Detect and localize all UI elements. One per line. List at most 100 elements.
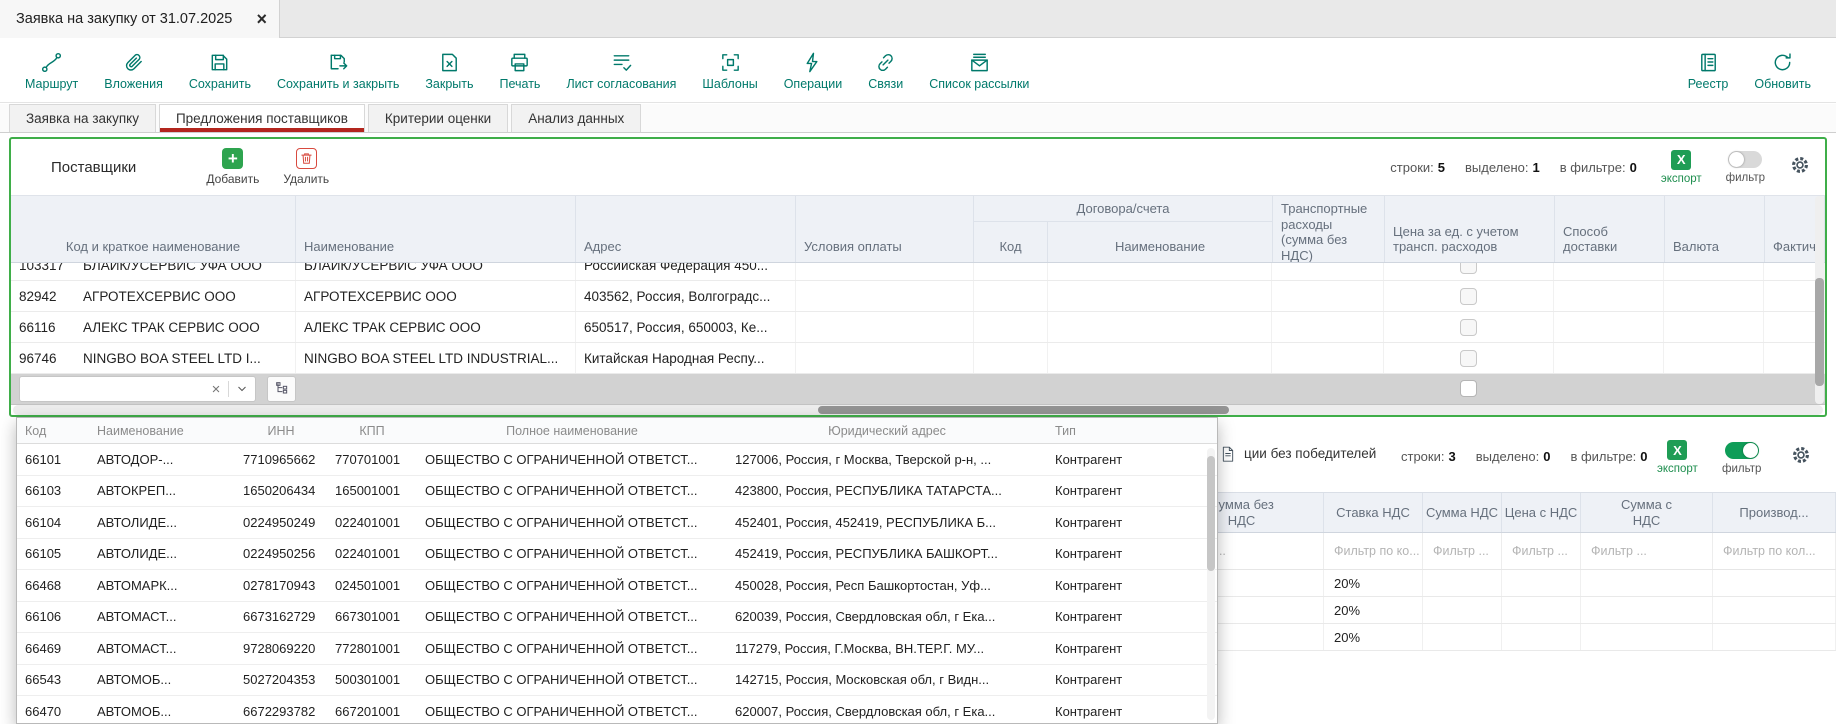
tab-purchase-request[interactable]: Заявка на закупку (9, 104, 156, 132)
tab-supplier-offers[interactable]: Предложения поставщиков (159, 104, 365, 132)
column-header-code-short-name[interactable]: Код и краткое наименование (11, 196, 296, 262)
filter-toggle[interactable]: фильтр (1726, 151, 1765, 184)
vertical-scrollbar[interactable] (1815, 196, 1824, 404)
offer-row[interactable]: 20% (1160, 597, 1836, 624)
column-header-transport-costs[interactable]: Транспортные расходы (сумма без НДС) (1273, 196, 1385, 262)
chevron-down-icon[interactable] (229, 383, 255, 395)
add-button[interactable]: + Добавить (194, 148, 271, 186)
tab-evaluation-criteria[interactable]: Критерии оценки (368, 104, 508, 132)
tab-data-analysis[interactable]: Анализ данных (511, 104, 641, 132)
cell-type: Контрагент (1047, 672, 1217, 687)
unit-price-checkbox[interactable] (1460, 288, 1477, 305)
offer-row[interactable]: 20% (1160, 570, 1836, 597)
refresh-button[interactable]: Обновить (1741, 39, 1824, 102)
column-header-contract-name[interactable]: Наименование (1048, 222, 1272, 262)
filter-input[interactable]: Фильтр ... (1502, 533, 1581, 569)
lookup-column-legal-address[interactable]: Юридический адрес (727, 424, 1047, 438)
cell-price-with-vat (1502, 570, 1581, 596)
document-tab[interactable]: Заявка на закупку от 31.07.2025 × (0, 0, 280, 38)
lookup-row[interactable]: 66105 АВТОЛИДЕ... 0224950256 022401001 О… (17, 539, 1217, 571)
column-header-payment-terms[interactable]: Условия оплаты (796, 196, 974, 262)
filter-input[interactable]: Фильтр ... (1581, 533, 1713, 569)
operations-button[interactable]: Операции (771, 39, 855, 102)
registry-button[interactable]: Реестр (1675, 39, 1742, 102)
supplier-row[interactable]: 82942АГРОТЕХСЕРВИС ООО АГРОТЕХСЕРВИС ООО… (11, 281, 1825, 312)
lookup-column-inn[interactable]: ИНН (235, 424, 327, 438)
unit-price-checkbox[interactable] (1460, 380, 1477, 397)
cell-full-name: ОБЩЕСТВО С ОГРАНИЧЕННОЙ ОТВЕТСТ... (417, 672, 727, 687)
column-header-vat-rate[interactable]: Ставка НДС (1324, 493, 1423, 532)
grid-settings-button[interactable] (1789, 154, 1811, 181)
lookup-column-kpp[interactable]: КПП (327, 424, 417, 438)
save-button[interactable]: Сохранить (176, 39, 264, 102)
links-button[interactable]: Связи (855, 39, 916, 102)
column-header-price-with-vat[interactable]: Цена с НДС (1502, 493, 1581, 532)
lookup-column-type[interactable]: Тип (1047, 424, 1217, 438)
export-button[interactable]: X экспорт (1657, 440, 1698, 475)
unit-price-checkbox[interactable] (1460, 350, 1477, 367)
unit-price-checkbox[interactable] (1460, 319, 1477, 336)
suppliers-panel-title: Поставщики (51, 159, 136, 176)
lookup-row[interactable]: 66106 АВТОМАСТ... 6673162729 667301001 О… (17, 602, 1217, 634)
approval-sheet-button[interactable]: Лист согласования (553, 39, 689, 102)
supplier-row[interactable]: 66116АЛЕКС ТРАК СЕРВИС ООО АЛЕКС ТРАК СЕ… (11, 312, 1825, 343)
unit-price-checkbox[interactable] (1460, 263, 1477, 274)
lookup-row[interactable]: 66468 АВТОМАРК... 0278170943 024501001 О… (17, 570, 1217, 602)
cell-code-short-name: 96746NINGBO BOA STEEL LTD I... (11, 343, 296, 373)
column-header-address[interactable]: Адрес (576, 196, 796, 262)
supplier-row[interactable]: 96746NINGBO BOA STEEL LTD I... NINGBO BO… (11, 343, 1825, 374)
horizontal-scrollbar-thumb[interactable] (818, 406, 1229, 414)
lookup-row[interactable]: 66470 АВТОМОБ... 6672293782 667201001 ОБ… (17, 696, 1217, 724)
cell-code-short-name: 66116АЛЕКС ТРАК СЕРВИС ООО (11, 312, 296, 342)
close-document-button[interactable]: Закрыть (412, 39, 486, 102)
filter-toggle[interactable]: фильтр (1722, 442, 1761, 475)
delete-button[interactable]: Удалить (271, 148, 341, 186)
clear-icon[interactable]: × (204, 381, 228, 398)
offer-row[interactable]: 20% (1160, 624, 1836, 651)
save-and-close-button[interactable]: Сохранить и закрыть (264, 39, 412, 102)
grid-settings-button[interactable] (1790, 444, 1812, 471)
route-button[interactable]: Маршрут (12, 39, 91, 102)
vertical-scrollbar-thumb[interactable] (1815, 278, 1824, 386)
close-icon[interactable]: × (256, 10, 267, 28)
lookup-row[interactable]: 66104 АВТОЛИДЕ... 0224950249 022401001 О… (17, 507, 1217, 539)
tree-view-icon (274, 381, 290, 397)
column-header-currency[interactable]: Валюта (1665, 196, 1765, 262)
column-header-producer[interactable]: Производ... (1713, 493, 1836, 532)
window-tab-bar: Заявка на закупку от 31.07.2025 × (0, 0, 1836, 38)
cell-legal-address: 117279, Россия, Г.Москва, ВН.ТЕР.Г. МУ..… (727, 641, 1047, 656)
attachments-button[interactable]: Вложения (91, 39, 176, 102)
lookup-scrollbar-thumb[interactable] (1207, 456, 1215, 571)
horizontal-scrollbar[interactable] (13, 405, 1823, 415)
mailing-list-button[interactable]: Список рассылки (916, 39, 1042, 102)
lookup-vertical-scrollbar[interactable] (1207, 448, 1215, 720)
export-button[interactable]: X экспорт (1661, 150, 1702, 185)
lookup-row[interactable]: 66103 АВТОКРЕП... 1650206434 165001001 О… (17, 476, 1217, 508)
cell-name: АВТОМОБ... (89, 672, 235, 687)
filter-input[interactable]: Фильтр по ко... (1324, 533, 1423, 569)
column-header-delivery-method[interactable]: Способ доставки (1555, 196, 1665, 262)
supplier-lookup-combobox[interactable]: × (19, 376, 256, 402)
lookup-column-full-name[interactable]: Полное наименование (417, 424, 727, 438)
lookup-column-code[interactable]: Код (17, 424, 89, 438)
templates-button[interactable]: Шаблоны (689, 39, 770, 102)
cell-contract-name (1048, 263, 1272, 280)
filter-input[interactable]: Фильтр ... (1423, 533, 1502, 569)
lookup-column-name[interactable]: Наименование (89, 424, 235, 438)
column-header-unit-price[interactable]: Цена за ед. с учетом трансп. расходов (1385, 196, 1555, 262)
lookup-row[interactable]: 66543 АВТОМОБ... 5027204353 500301001 ОБ… (17, 665, 1217, 697)
column-header-contract-code[interactable]: Код (974, 222, 1048, 262)
lookup-row[interactable]: 66469 АВТОМАСТ... 9728069220 772801001 О… (17, 633, 1217, 665)
column-header-vat-sum[interactable]: Сумма НДС (1423, 493, 1502, 532)
cell-type: Контрагент (1047, 578, 1217, 593)
hierarchy-select-button[interactable] (267, 376, 296, 402)
column-header-sum-with-vat[interactable]: Сумма с НДС (1581, 493, 1713, 532)
cell-contract-code (974, 263, 1048, 280)
cell-contract-code (974, 281, 1048, 311)
offers-grid: Сумма без НДС Ставка НДС Сумма НДС Цена … (1160, 492, 1836, 651)
filter-input[interactable]: Фильтр по кол... (1713, 533, 1836, 569)
print-button[interactable]: Печать (487, 39, 554, 102)
supplier-row[interactable]: 103317БЛАЙК/УСЕРВИС УФА ООО БЛАЙК/УСЕРВИ… (11, 263, 1825, 281)
column-header-name[interactable]: Наименование (296, 196, 576, 262)
lookup-row[interactable]: 66101 АВТОДОР-... 7710965662 770701001 О… (17, 444, 1217, 476)
